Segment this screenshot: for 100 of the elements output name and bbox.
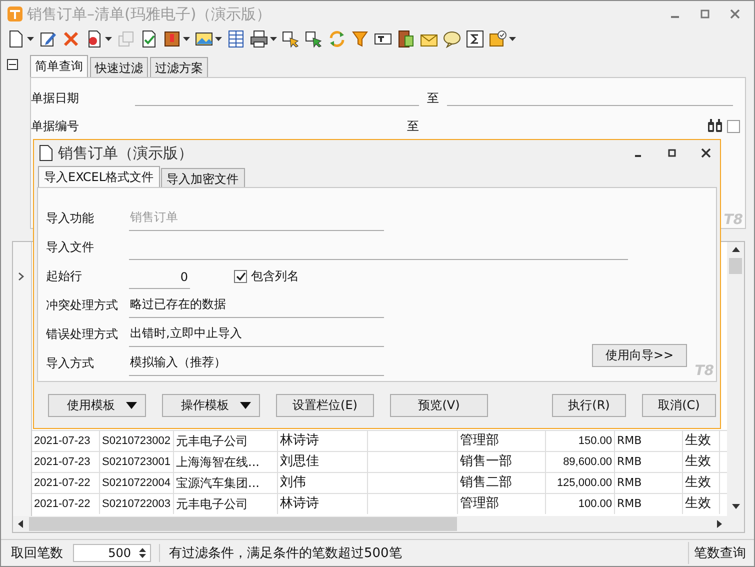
input-field[interactable]: 模拟输入（推荐） (129, 354, 384, 376)
field-label: 导入功能 (46, 210, 95, 227)
edit-icon[interactable] (39, 30, 57, 48)
table-cell: 2021-07-23 (32, 452, 100, 472)
caret-icon[interactable] (215, 37, 222, 41)
table-cell: 销售二部 (458, 473, 546, 493)
table-cell: RMB (615, 494, 683, 514)
image-icon[interactable] (195, 30, 213, 48)
folder-check-icon[interactable] (489, 30, 507, 48)
maximize-icon[interactable] (667, 148, 677, 158)
dialog-button[interactable]: 取消(C) (642, 394, 716, 417)
tab[interactable]: 导入加密文件 (160, 168, 245, 187)
menu-button[interactable]: 操作模板 (162, 394, 260, 417)
table-cell: 89,600.00 (546, 452, 615, 472)
table-cell: 2021-07-22 (32, 494, 100, 514)
book-icon[interactable] (163, 30, 181, 48)
document-icon (39, 145, 53, 161)
table-cell: S0210722003 (100, 494, 174, 514)
table-cell: 销售一部 (458, 452, 546, 472)
checkbox[interactable] (234, 270, 247, 283)
table-cell: RMB (615, 431, 683, 451)
field-label: 单据编号 (31, 118, 80, 134)
caret-icon[interactable] (270, 37, 277, 41)
wizard-button[interactable]: 使用向导>> (592, 344, 687, 367)
checkbox-label: 包含列名 (251, 268, 299, 285)
caret-icon (126, 402, 137, 409)
table-cell: 刘思佳 (278, 452, 368, 472)
dialog-title: 销售订单（演示版） (58, 144, 194, 162)
printer-icon[interactable] (250, 30, 268, 48)
table-cell: 生效 (683, 431, 720, 451)
status-label: 取回笔数 (11, 545, 64, 562)
range-separator: 至 (406, 118, 420, 134)
app-logo-icon (7, 6, 23, 22)
caret-icon[interactable] (105, 37, 112, 41)
scroll-thumb[interactable] (729, 258, 742, 274)
caret-icon[interactable] (183, 37, 190, 41)
collapse-icon[interactable] (7, 59, 18, 70)
range-separator: 至 (426, 90, 440, 106)
count-query-button[interactable]: 笔数查询 (688, 542, 754, 564)
sum-icon[interactable] (466, 30, 484, 48)
dialog-button[interactable]: 执行(R) (552, 394, 626, 417)
table-cell: 林诗诗 (278, 431, 368, 451)
table-cell: 管理部 (458, 494, 546, 514)
input-field[interactable]: 出错时,立即中止导入 (129, 325, 384, 347)
horizontal-scrollbar[interactable] (13, 516, 727, 532)
arrow-icon[interactable] (305, 30, 323, 48)
delete-icon[interactable] (62, 30, 80, 48)
field-label: 导入方式 (46, 355, 95, 372)
tab[interactable]: 过滤方案 (150, 57, 208, 77)
arrow-icon[interactable] (282, 30, 300, 48)
row-pointer-icon (18, 272, 25, 281)
table-cell: 生效 (683, 473, 720, 493)
table-cell: 元丰电子公司 (174, 431, 278, 451)
menu-button[interactable]: 使用模板 (48, 394, 146, 417)
table-cell: 上海海智在线... (174, 452, 278, 472)
table-cell: 150.00 (546, 431, 615, 451)
filter-icon[interactable] (351, 30, 369, 48)
field-label: 单据日期 (31, 90, 80, 106)
window-title: 销售订单–清单(玛雅电子)（演示版） (27, 4, 272, 24)
grid-icon[interactable] (227, 30, 245, 48)
caret-icon[interactable] (509, 37, 516, 41)
approve-document-icon[interactable] (140, 30, 158, 48)
checkbox[interactable] (727, 120, 740, 132)
scroll-thumb[interactable] (29, 517, 457, 531)
table-cell: RMB (615, 452, 683, 472)
status-message: 有过滤条件，满足条件的笔数超过500笔 (159, 544, 688, 562)
refresh-icon[interactable] (328, 30, 346, 48)
table-cell: 2021-07-23 (32, 431, 100, 451)
close-icon[interactable] (701, 148, 711, 158)
binoculars-icon[interactable] (707, 119, 723, 133)
caret-icon (240, 402, 251, 409)
count-spinner[interactable]: 500 (73, 544, 151, 562)
dialog-button[interactable]: 预览(V) (390, 394, 488, 417)
field-label: 起始行 (46, 268, 83, 285)
input-field[interactable]: 0 (129, 270, 190, 289)
field-label: 错误处理方式 (46, 326, 119, 343)
field-label: 导入文件 (46, 239, 95, 256)
scroll-right-icon[interactable] (715, 519, 723, 529)
scroll-left-icon[interactable] (17, 519, 25, 529)
tab[interactable]: 简单查询 (30, 55, 88, 77)
dialog-button[interactable]: 设置栏位(E) (276, 394, 374, 417)
caret-icon[interactable] (27, 37, 34, 41)
table-cell: 100.00 (546, 494, 615, 514)
table-cell: 管理部 (458, 431, 546, 451)
tab[interactable]: 导入EXCEL格式文件 (38, 166, 160, 187)
new-document-icon[interactable] (7, 30, 25, 48)
input-field[interactable]: 略过已存在的数据 (129, 296, 384, 318)
table-cell: S0210723002 (100, 431, 174, 451)
tab[interactable]: 快速过滤 (90, 57, 148, 77)
vertical-scrollbar[interactable] (727, 242, 744, 532)
comment-icon[interactable] (443, 30, 461, 48)
table-cell: S0210723001 (100, 452, 174, 472)
scroll-down-icon[interactable] (730, 502, 740, 510)
table-cell: 生效 (683, 452, 720, 472)
table-cell: 2021-07-22 (32, 473, 100, 493)
table-cell: 刘伟 (278, 473, 368, 493)
table-cell: 林诗诗 (278, 494, 368, 514)
table-cell: S0210722004 (100, 473, 174, 493)
table-cell: 125,000.00 (546, 473, 615, 493)
scroll-up-icon[interactable] (730, 246, 740, 254)
